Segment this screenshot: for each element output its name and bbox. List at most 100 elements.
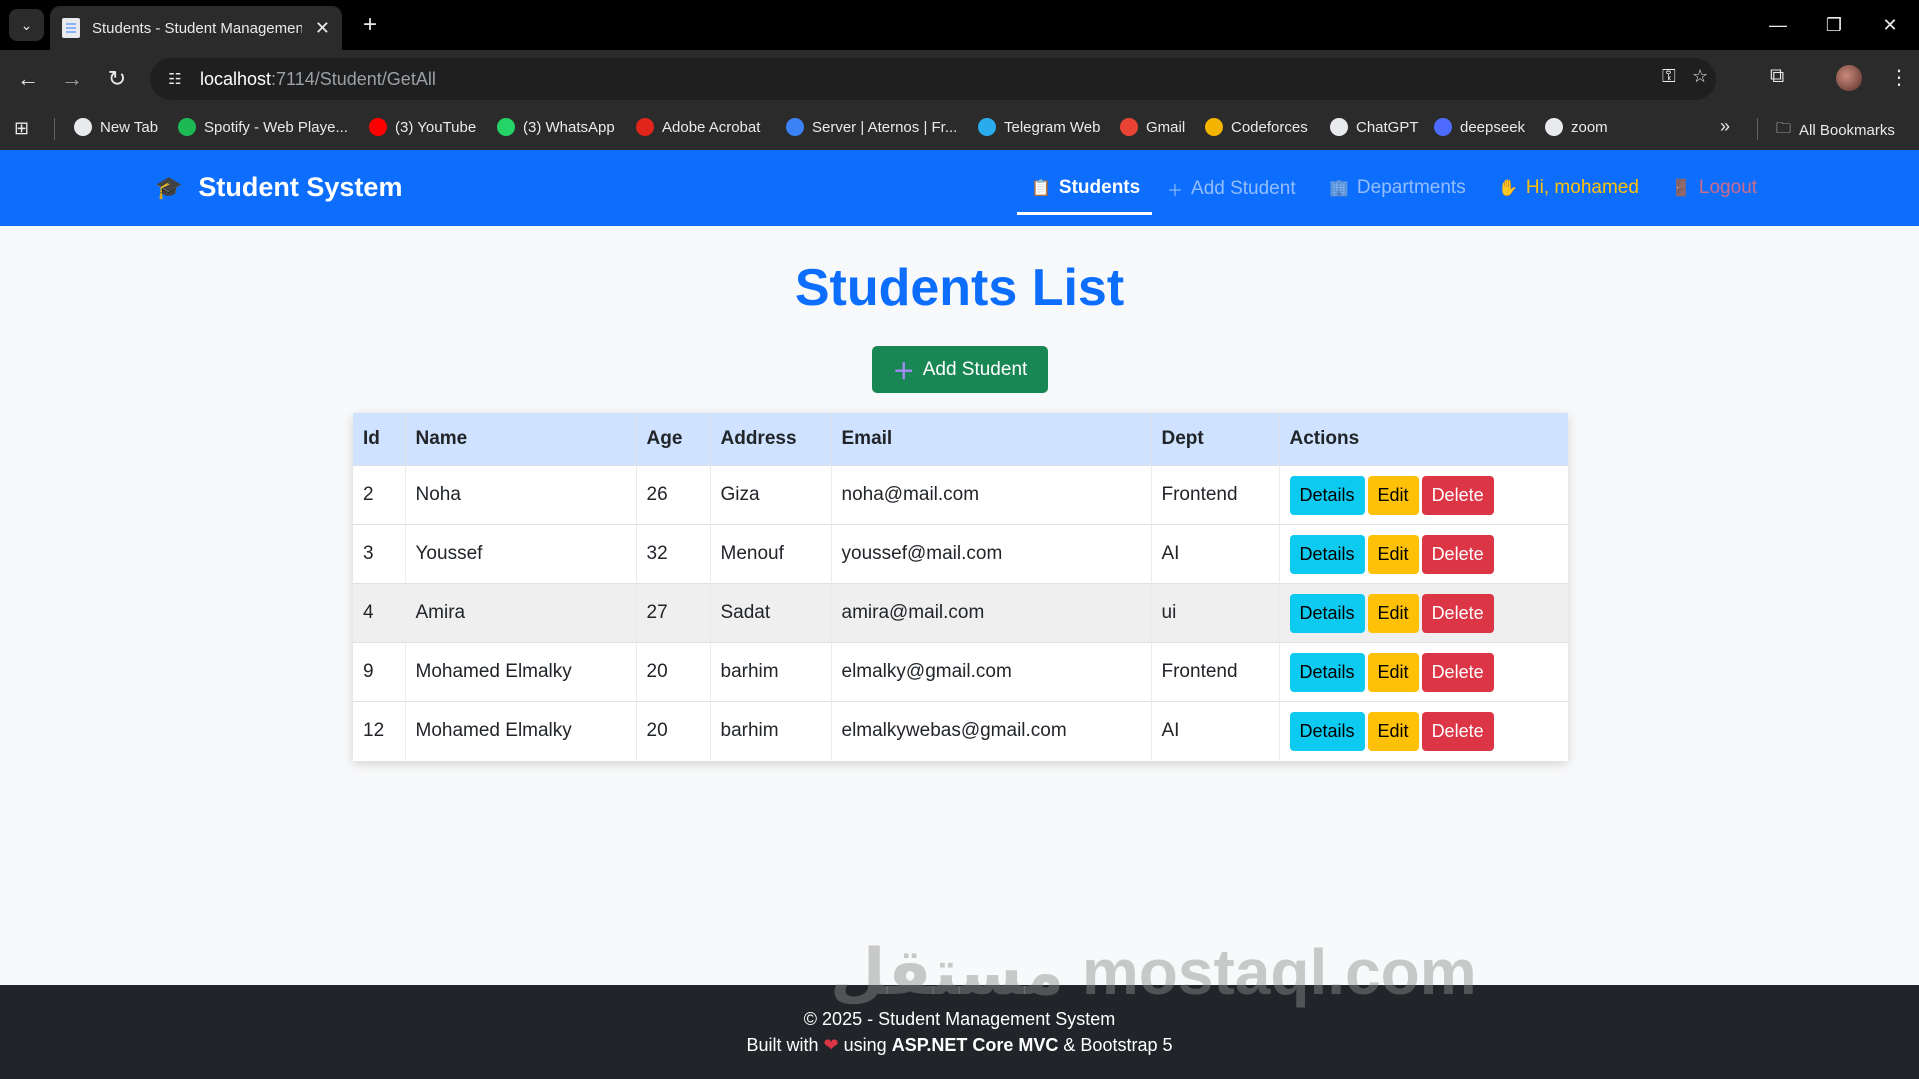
cell-age: 20 bbox=[636, 641, 711, 701]
nav-greeting-label: Hi, mohamed bbox=[1525, 177, 1639, 198]
bookmark-item[interactable]: Adobe Acrobat bbox=[636, 118, 760, 136]
cell-dept: Frontend bbox=[1151, 641, 1280, 701]
delete-button[interactable]: Delete bbox=[1421, 652, 1494, 692]
add-student-button[interactable]: ＋ Add Student bbox=[872, 346, 1048, 393]
cell-name: Youssef bbox=[405, 523, 637, 583]
url-host: localhost bbox=[200, 68, 272, 89]
bookmark-favicon-icon bbox=[1434, 118, 1452, 136]
edit-button[interactable]: Edit bbox=[1367, 711, 1419, 751]
edit-button[interactable]: Edit bbox=[1367, 475, 1419, 515]
bookmark-item[interactable]: ChatGPT bbox=[1330, 118, 1419, 136]
footer-tech: ASP.NET Core MVC bbox=[891, 1035, 1059, 1055]
cell-age: 26 bbox=[636, 464, 711, 524]
plus-icon: ＋ bbox=[1167, 183, 1184, 200]
all-bookmarks-link[interactable]: 🗀 All Bookmarks bbox=[1776, 118, 1895, 143]
column-header: Name bbox=[405, 413, 637, 465]
browser-tab-active[interactable]: Students - Student Managemen ✕ bbox=[50, 6, 342, 50]
building-icon: 🏢 bbox=[1329, 180, 1349, 197]
bookmark-star-icon[interactable]: ☆ bbox=[1692, 66, 1708, 87]
close-tab-icon[interactable]: ✕ bbox=[315, 18, 330, 39]
bookmark-item[interactable]: deepseek bbox=[1434, 118, 1525, 136]
restore-window-icon[interactable]: ❐ bbox=[1814, 8, 1854, 42]
bookmark-label: Server | Aternos | Fr... bbox=[812, 118, 958, 136]
table-row: 12 Mohamed Elmalky 20 barhim elmalkywebas@gm… bbox=[353, 700, 1568, 760]
extensions-puzzle-icon[interactable]: ⧉ bbox=[1770, 65, 1784, 88]
details-button[interactable]: Details bbox=[1289, 652, 1365, 692]
brand-link[interactable]: 🎓 Student System bbox=[155, 172, 402, 203]
forward-arrow-icon[interactable]: → bbox=[56, 63, 88, 95]
address-bar[interactable]: ☷ localhost:7114/Student/GetAll ⚿ ☆ bbox=[150, 58, 1716, 100]
new-tab-button[interactable]: + bbox=[355, 10, 385, 40]
delete-button[interactable]: Delete bbox=[1421, 534, 1494, 574]
cell-email: youssef@mail.com bbox=[831, 523, 1152, 583]
nav-departments-link[interactable]: 🏢 Departments bbox=[1329, 177, 1466, 199]
bookmark-label: zoom bbox=[1571, 118, 1608, 136]
bookmark-item[interactable]: (3) YouTube bbox=[369, 118, 476, 136]
bookmark-label: (3) YouTube bbox=[395, 118, 477, 136]
back-arrow-icon[interactable]: ← bbox=[12, 63, 44, 95]
profile-avatar[interactable] bbox=[1836, 65, 1862, 91]
edit-button[interactable]: Edit bbox=[1367, 593, 1419, 633]
details-button[interactable]: Details bbox=[1289, 475, 1365, 515]
delete-button[interactable]: Delete bbox=[1421, 475, 1494, 515]
bookmark-item[interactable]: Server | Aternos | Fr... bbox=[786, 118, 957, 136]
reload-icon[interactable]: ↻ bbox=[101, 63, 133, 95]
more-menu-icon[interactable]: ⋮ bbox=[1889, 65, 1909, 90]
bookmarks-bar: ⊞ New Tab Spotify - Web Playe... (3) YouTu… bbox=[0, 108, 1919, 150]
site-info-icon[interactable]: ☷ bbox=[162, 66, 188, 92]
bookmark-favicon-icon bbox=[978, 118, 996, 136]
bookmark-item[interactable]: New Tab bbox=[74, 118, 158, 136]
edit-button[interactable]: Edit bbox=[1367, 534, 1419, 574]
bookmark-favicon-icon bbox=[636, 118, 654, 136]
cell-id: 12 bbox=[353, 700, 406, 760]
cell-email: amira@mail.com bbox=[831, 582, 1152, 642]
bookmark-label: New Tab bbox=[100, 118, 159, 136]
bookmark-item[interactable]: Codeforces bbox=[1205, 118, 1308, 136]
bookmark-item[interactable]: Gmail bbox=[1120, 118, 1185, 136]
delete-button[interactable]: Delete bbox=[1421, 593, 1494, 633]
close-window-icon[interactable]: ✕ bbox=[1870, 8, 1910, 42]
cell-name: Noha bbox=[405, 464, 637, 524]
cell-name: Amira bbox=[405, 582, 637, 642]
details-button[interactable]: Details bbox=[1289, 534, 1365, 574]
cell-dept: AI bbox=[1151, 700, 1280, 760]
cell-id: 3 bbox=[353, 523, 406, 583]
cell-address: barhim bbox=[710, 641, 832, 701]
nav-logout-link[interactable]: 🚪 Logout bbox=[1671, 177, 1757, 199]
page-title: Students List bbox=[794, 259, 1125, 317]
bookmark-item[interactable]: Spotify - Web Playe... bbox=[178, 118, 348, 136]
bookmark-label: deepseek bbox=[1460, 118, 1526, 136]
nav-students-link[interactable]: 📋 Students bbox=[1031, 177, 1140, 199]
details-button[interactable]: Details bbox=[1289, 711, 1365, 751]
door-icon: 🚪 bbox=[1671, 180, 1691, 197]
footer-copyright: © 2025 - Student Management System bbox=[803, 1009, 1116, 1029]
folder-icon: 🗀 bbox=[1776, 120, 1792, 137]
cell-id: 9 bbox=[353, 641, 406, 701]
tab-search-button[interactable]: ⌄ bbox=[9, 9, 44, 41]
details-button[interactable]: Details bbox=[1289, 593, 1365, 633]
nav-user-greeting: ✋ Hi, mohamed bbox=[1498, 177, 1639, 199]
bookmark-favicon-icon bbox=[1330, 118, 1348, 136]
column-header: Dept bbox=[1151, 413, 1280, 465]
brand-title: Student System bbox=[198, 172, 403, 202]
column-header: Age bbox=[636, 413, 711, 465]
cell-address: Giza bbox=[710, 464, 832, 524]
chevron-down-icon: ⌄ bbox=[20, 16, 33, 33]
bookmark-item[interactable]: (3) WhatsApp bbox=[497, 118, 615, 136]
bookmark-item[interactable]: Telegram Web bbox=[978, 118, 1100, 136]
delete-button[interactable]: Delete bbox=[1421, 711, 1494, 751]
browser-tab-strip: ⌄ Students - Student Managemen ✕ + — ❐ ✕ bbox=[0, 0, 1919, 50]
cell-age: 32 bbox=[636, 523, 711, 583]
column-header: Address bbox=[710, 413, 832, 465]
minimize-window-icon[interactable]: — bbox=[1758, 8, 1798, 42]
heart-icon: ❤ bbox=[823, 1035, 839, 1055]
cell-actions: Details Edit Delete bbox=[1279, 700, 1568, 760]
bookmark-item[interactable]: zoom bbox=[1545, 118, 1608, 136]
nav-departments-label: Departments bbox=[1356, 177, 1466, 198]
nav-add-student-link[interactable]: ＋ Add Student bbox=[1167, 177, 1296, 201]
password-key-icon[interactable]: ⚿ bbox=[1662, 66, 1676, 87]
more-bookmarks-chevron-icon[interactable]: » bbox=[1720, 116, 1730, 137]
apps-grid-icon[interactable]: ⊞ bbox=[14, 118, 29, 139]
edit-button[interactable]: Edit bbox=[1367, 652, 1419, 692]
graduation-cap-icon: 🎓 bbox=[155, 174, 183, 200]
